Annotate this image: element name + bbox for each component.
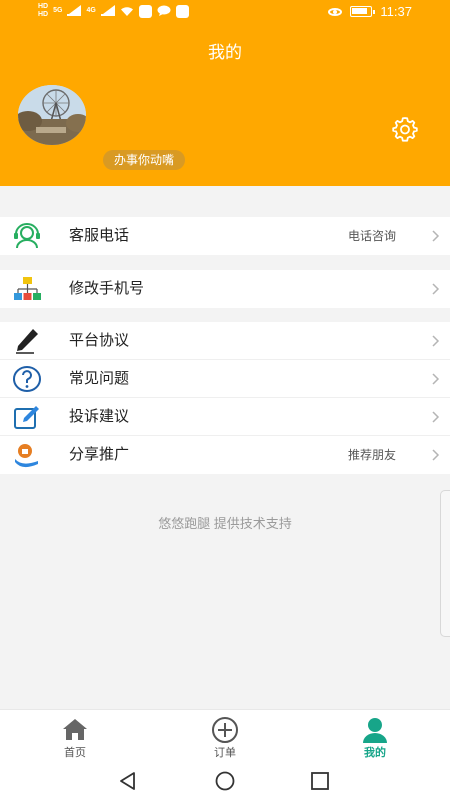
eye-comfort-icon [328,7,343,16]
nickname-badge[interactable]: 办事你动嘴 [103,150,186,170]
menu-item-complaint[interactable]: 投诉建议 [0,398,450,436]
person-icon [363,718,387,743]
share-gift-icon [15,444,38,468]
menu-hint: 推荐朋友 [347,448,396,462]
back-icon[interactable] [118,771,138,791]
network-5g-label: 5G [53,7,63,14]
chevron-right-icon [432,335,440,347]
bottom-tab-bar: 首页 订单 我的 [0,709,450,762]
edit-icon [14,406,39,429]
menu-item-change-phone[interactable]: 修改手机号 [0,270,450,308]
chat-notification-icon [157,5,171,16]
pen-icon [16,329,38,354]
sim1-hd-label: HD [38,3,49,10]
menu-hint: 电话咨询 [347,229,396,243]
menu-item-faq[interactable]: 常见问题 [0,360,450,398]
menu-item-customer-service[interactable]: 客服电话 电话咨询 [0,217,450,255]
tab-home[interactable]: 首页 [0,710,150,762]
status-bar: HD HD 5G 4G 11:37 [0,0,450,24]
plus-circle-icon [212,717,238,743]
chevron-right-icon [432,283,440,295]
signal-icon [100,5,115,16]
menu-label: 分享推广 [69,446,130,463]
menu-label: 常见问题 [69,370,130,387]
ferris-wheel-photo [18,85,86,145]
floating-side-handle[interactable] [440,490,450,637]
menu-item-platform-agreement[interactable]: 平台协议 [0,322,450,360]
status-clock: 11:37 [380,4,412,19]
home-circle-icon[interactable] [214,771,236,791]
chevron-right-icon [432,449,440,461]
question-icon [13,366,41,392]
sim2-hd-label: HD [38,11,49,18]
settings-gear-icon[interactable] [390,114,420,144]
recent-apps-icon[interactable] [310,771,330,791]
system-navigation-bar [0,762,450,800]
status-right-indicators: 11:37 [328,4,412,19]
customer-service-icon [14,223,40,249]
page-title: 我的 [208,43,242,62]
signal-icon [67,5,82,16]
chevron-right-icon [432,230,440,242]
menu-group-account: 修改手机号 [0,270,450,308]
network-4g-label: 4G [86,7,96,14]
tab-label: 我的 [364,747,386,759]
menu-label: 修改手机号 [69,280,145,297]
app-notification-icon [138,4,152,18]
menu-label: 平台协议 [69,332,130,349]
chevron-right-icon [432,373,440,385]
app-notification-icon [175,4,189,18]
menu-group-support: 平台协议 常见问题 投诉建议 分享推广 推荐朋友 [0,322,450,474]
org-chart-icon [14,277,41,300]
menu-group-service: 客服电话 电话咨询 [0,217,450,255]
profile-header: HD HD 5G 4G 11:37 我的 办事你动嘴 [0,0,450,186]
chevron-right-icon [432,411,440,423]
tech-support-text: 悠悠跑腿 提供技术支持 [158,516,292,531]
tab-label: 订单 [214,747,236,759]
tab-orders[interactable]: 订单 [150,710,300,762]
menu-label: 客服电话 [69,227,130,244]
tab-mine[interactable]: 我的 [300,710,450,762]
battery-icon [350,6,376,17]
wifi-icon [120,6,133,16]
menu-label: 投诉建议 [69,408,130,425]
avatar[interactable] [18,85,86,145]
home-icon [63,719,87,740]
tab-label: 首页 [64,747,86,759]
sim-indicators: HD HD [38,3,48,19]
status-left-indicators: HD HD 5G 4G [38,3,189,19]
menu-item-share[interactable]: 分享推广 推荐朋友 [0,436,450,474]
